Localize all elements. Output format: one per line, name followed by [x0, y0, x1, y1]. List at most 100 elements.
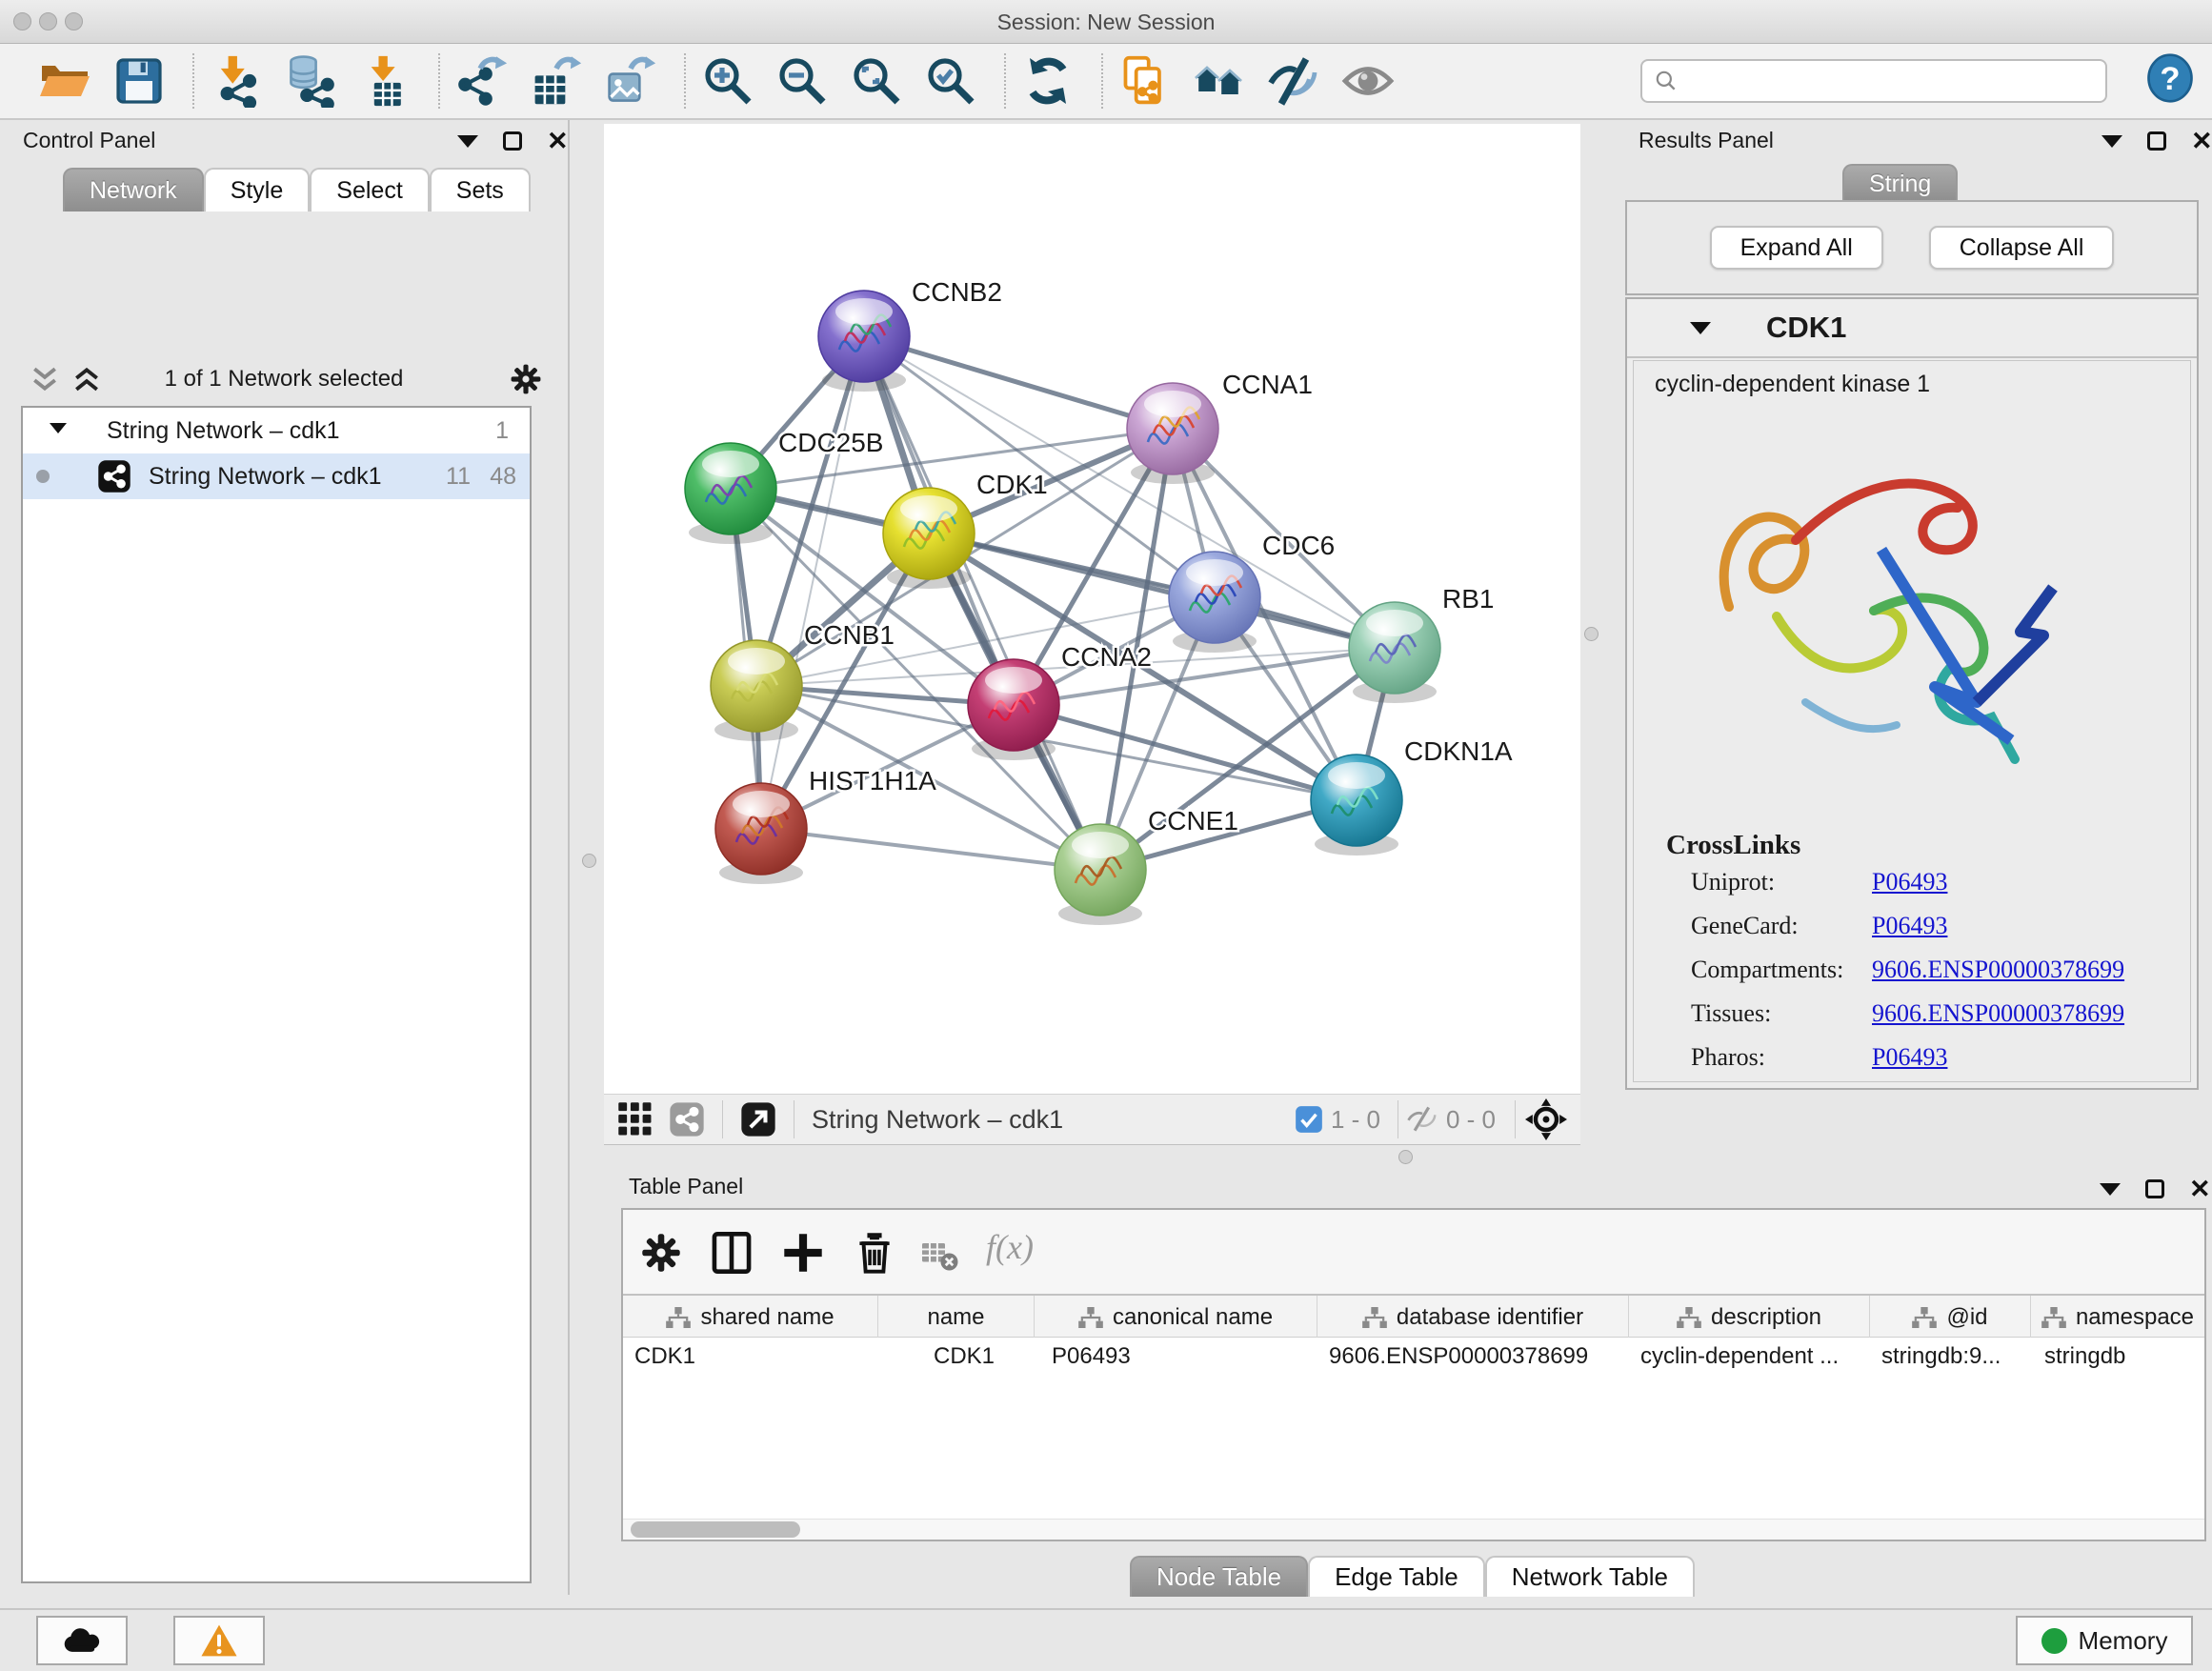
column-type-icon: [1078, 1307, 1103, 1328]
panel-float-icon[interactable]: [2100, 1183, 2121, 1196]
birdseye-crosshair-icon[interactable]: [1525, 1098, 1567, 1140]
home-networks-icon[interactable]: [1193, 54, 1246, 108]
zoom-selected-icon[interactable]: [924, 54, 977, 108]
panel-maximize-icon[interactable]: [2145, 1179, 2164, 1198]
tab-network-table[interactable]: Network Table: [1485, 1556, 1695, 1597]
string-view-icon[interactable]: [669, 1101, 705, 1137]
cloud-button[interactable]: [36, 1616, 128, 1665]
gear-icon[interactable]: [509, 362, 543, 396]
network-node-CCNB1[interactable]: [711, 640, 802, 741]
network-node-RB1[interactable]: [1349, 602, 1440, 703]
network-edge[interactable]: [761, 829, 1100, 870]
selected-checkbox-icon[interactable]: [1295, 1105, 1323, 1134]
show-hide-graphics-icon[interactable]: [1267, 54, 1320, 108]
network-node-CDKN1A[interactable]: [1311, 755, 1402, 856]
grid-view-icon[interactable]: [617, 1101, 654, 1137]
panel-close-icon[interactable]: ✕: [2189, 1179, 2211, 1198]
export-table-icon[interactable]: [530, 54, 583, 108]
column-header-name[interactable]: name: [878, 1296, 1035, 1339]
network-node-CCNA2[interactable]: [968, 659, 1059, 760]
network-node-CDC25B[interactable]: [685, 443, 776, 544]
node-label-CDKN1A: CDKN1A: [1404, 736, 1513, 766]
crosslink-link[interactable]: P06493: [1872, 868, 1947, 896]
crosslink-link[interactable]: P06493: [1872, 912, 1947, 940]
cell-shared-name: CDK1: [634, 1343, 695, 1370]
network-node-CCNB2[interactable]: [818, 291, 910, 392]
table-gear-icon[interactable]: [639, 1231, 683, 1275]
network-view-toolbar: String Network – cdk1 1 - 0 0 - 0: [604, 1094, 1580, 1145]
network-row-selected[interactable]: String Network – cdk1 11 48: [23, 453, 530, 499]
collapse-all-button[interactable]: Collapse All: [1929, 226, 2115, 270]
tab-edge-table[interactable]: Edge Table: [1308, 1556, 1485, 1597]
network-edge[interactable]: [761, 336, 864, 829]
gene-disclosure-icon[interactable]: [1690, 322, 1711, 334]
network-canvas[interactable]: CCNB2CCNA1CDC25BCDK1CDC6RB1CCNB1CCNA2CDK…: [604, 124, 1580, 1094]
horizontal-splitter-handle[interactable]: [1398, 1150, 1413, 1164]
delete-column-icon[interactable]: [853, 1231, 896, 1275]
help-icon[interactable]: ?: [2145, 53, 2195, 103]
cell-database-identifier: 9606.ENSP00000378699: [1329, 1343, 1588, 1370]
horizontal-scrollbar[interactable]: [623, 1519, 2204, 1540]
gene-header-row[interactable]: CDK1: [1627, 299, 2197, 358]
panel-close-icon[interactable]: ✕: [2191, 131, 2212, 151]
crosslink-link[interactable]: 9606.ENSP00000378699: [1872, 999, 2124, 1028]
scrollbar-thumb[interactable]: [631, 1521, 800, 1538]
search-input[interactable]: [1679, 63, 2105, 99]
copy-style-icon[interactable]: [1118, 54, 1172, 108]
collection-disclosure-icon[interactable]: [50, 423, 67, 433]
tab-select[interactable]: Select: [310, 168, 429, 211]
import-network-database-icon[interactable]: [284, 54, 337, 108]
crosslink-link[interactable]: 9606.ENSP00000378699: [1872, 956, 2124, 984]
warnings-button[interactable]: [173, 1616, 265, 1665]
zoom-in-icon[interactable]: [701, 54, 754, 108]
zoom-out-icon[interactable]: [775, 54, 829, 108]
column-header-id[interactable]: @id: [1870, 1296, 2031, 1339]
results-panel-title: Results Panel: [1639, 128, 1774, 153]
tab-network[interactable]: Network: [63, 168, 204, 211]
left-splitter-handle[interactable]: [582, 854, 596, 868]
refresh-icon[interactable]: [1021, 54, 1075, 108]
network-node-CDK1[interactable]: [883, 488, 975, 589]
panel-maximize-icon[interactable]: [2147, 131, 2166, 151]
import-table-icon[interactable]: [358, 54, 412, 108]
export-image-icon[interactable]: [604, 54, 657, 108]
memory-button[interactable]: Memory: [2016, 1616, 2193, 1665]
network-tree: String Network – cdk1 1 String Network –…: [21, 406, 532, 1583]
save-session-icon[interactable]: [112, 54, 166, 108]
panel-float-icon[interactable]: [2101, 135, 2122, 148]
show-columns-icon[interactable]: [710, 1231, 754, 1275]
tab-style[interactable]: Style: [204, 168, 311, 211]
column-header-canonical-name[interactable]: canonical name: [1035, 1296, 1317, 1339]
column-header-database-identifier[interactable]: database identifier: [1317, 1296, 1629, 1339]
right-splitter-handle[interactable]: [1584, 627, 1599, 641]
open-in-window-icon[interactable]: [740, 1101, 776, 1137]
crosslink-link[interactable]: P06493: [1872, 1043, 1947, 1072]
column-header-shared-name[interactable]: shared name: [623, 1296, 878, 1339]
toolbar-separator: [1515, 1100, 1516, 1138]
panel-float-icon[interactable]: [457, 135, 478, 148]
add-column-icon[interactable]: [781, 1231, 825, 1275]
network-node-CDC6[interactable]: [1169, 552, 1260, 653]
panel-maximize-icon[interactable]: [503, 131, 522, 151]
network-edge[interactable]: [864, 336, 1173, 429]
export-network-icon[interactable]: [455, 54, 509, 108]
network-edge[interactable]: [1014, 705, 1357, 800]
crosslinks-heading: CrossLinks: [1666, 830, 1800, 861]
column-header-namespace[interactable]: namespace: [2031, 1296, 2204, 1339]
search-field[interactable]: [1640, 59, 2107, 103]
network-node-CCNA1[interactable]: [1127, 383, 1218, 484]
expand-all-button[interactable]: Expand All: [1710, 226, 1883, 270]
tab-node-table[interactable]: Node Table: [1130, 1556, 1308, 1597]
tab-sets[interactable]: Sets: [430, 168, 531, 211]
import-network-file-icon[interactable]: [210, 54, 263, 108]
column-header-description[interactable]: description: [1629, 1296, 1870, 1339]
column-type-icon: [666, 1307, 691, 1328]
open-session-icon[interactable]: [38, 54, 91, 108]
network-collection-row[interactable]: String Network – cdk1 1: [23, 408, 530, 453]
hidden-eye-icon[interactable]: [1406, 1105, 1438, 1134]
network-node-CCNE1[interactable]: [1055, 824, 1146, 925]
network-node-HIST1H1A[interactable]: [715, 783, 807, 884]
tab-string[interactable]: String: [1842, 164, 1958, 202]
panel-close-icon[interactable]: ✕: [547, 131, 569, 151]
zoom-fit-content-icon[interactable]: [850, 54, 903, 108]
